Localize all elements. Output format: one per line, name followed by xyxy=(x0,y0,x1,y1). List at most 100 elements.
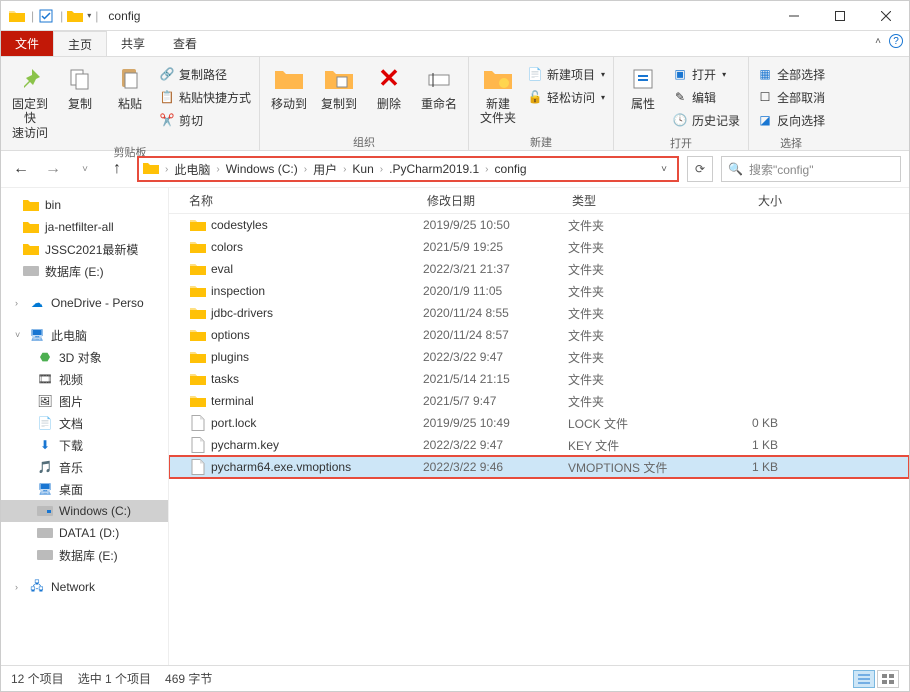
table-row[interactable]: options2020/11/24 8:57文件夹 xyxy=(169,324,909,346)
sidebar-item-jssc[interactable]: JSSC2021最新模 xyxy=(1,238,168,260)
close-button[interactable] xyxy=(863,1,909,30)
help-icon[interactable]: ? xyxy=(889,34,903,48)
crumb-users[interactable]: 用户 xyxy=(309,161,341,178)
nav-sidebar[interactable]: bin ja-netfilter-all JSSC2021最新模 数据库 (E:… xyxy=(1,188,169,665)
chevron-right-icon[interactable]: › xyxy=(341,164,348,175)
nav-recent-button[interactable]: ˅ xyxy=(73,157,97,181)
table-row[interactable]: inspection2020/1/9 11:05文件夹 xyxy=(169,280,909,302)
new-folder-button[interactable]: 新建 文件夹 xyxy=(475,61,521,126)
paste-shortcut-button[interactable]: 📋粘贴快捷方式 xyxy=(157,86,253,108)
group-label-new: 新建 xyxy=(469,134,613,150)
delete-button[interactable]: ✕ 删除 xyxy=(366,61,412,111)
breadcrumb[interactable]: › 此电脑 › Windows (C:) › 用户 › Kun › .PyCha… xyxy=(137,156,679,182)
copy-path-button[interactable]: 🔗复制路径 xyxy=(157,63,253,85)
tab-file[interactable]: 文件 xyxy=(1,31,53,56)
easy-access-button[interactable]: 🔓轻松访问▾ xyxy=(525,86,607,108)
sidebar-item-network[interactable]: ›🖧Network xyxy=(1,576,168,598)
select-none-button[interactable]: ☐全部取消 xyxy=(755,86,827,108)
table-row[interactable]: terminal2021/5/7 9:47文件夹 xyxy=(169,390,909,412)
table-row[interactable]: eval2022/3/21 21:37文件夹 xyxy=(169,258,909,280)
chevron-right-icon[interactable]: › xyxy=(214,164,221,175)
table-row[interactable]: jdbc-drivers2020/11/24 8:55文件夹 xyxy=(169,302,909,324)
col-size[interactable]: 大小 xyxy=(702,192,802,209)
table-row[interactable]: pycharm64.exe.vmoptions2022/3/22 9:46VMO… xyxy=(169,456,909,478)
col-type[interactable]: 类型 xyxy=(572,192,702,209)
address-dropdown-icon[interactable]: ˅ xyxy=(655,164,673,175)
crumb-thispc[interactable]: 此电脑 xyxy=(170,161,214,178)
folder-icon-2[interactable] xyxy=(67,8,83,24)
chevron-right-icon[interactable]: › xyxy=(378,164,385,175)
copy-button[interactable]: 复制 xyxy=(57,61,103,111)
sidebar-item-pictures[interactable]: 🖼图片 xyxy=(1,390,168,412)
table-row[interactable]: plugins2022/3/22 9:47文件夹 xyxy=(169,346,909,368)
sidebar-item-downloads[interactable]: ⬇下载 xyxy=(1,434,168,456)
nav-forward-button[interactable]: → xyxy=(41,157,65,181)
col-name[interactable]: 名称 xyxy=(189,192,427,209)
chevron-right-icon[interactable]: › xyxy=(163,164,170,175)
sidebar-item-desktop[interactable]: 🖥桌面 xyxy=(1,478,168,500)
properties-button[interactable]: 属性 xyxy=(620,61,666,111)
sidebar-item-winc[interactable]: Windows (C:) xyxy=(1,500,168,522)
maximize-button[interactable] xyxy=(817,1,863,30)
edit-button[interactable]: ✎编辑 xyxy=(670,86,742,108)
chevron-down-icon[interactable]: ▾ xyxy=(87,11,91,20)
table-row[interactable]: colors2021/5/9 19:25文件夹 xyxy=(169,236,909,258)
icons-view-button[interactable] xyxy=(877,670,899,688)
crumb-c[interactable]: Windows (C:) xyxy=(222,162,302,176)
folder-icon xyxy=(189,284,207,298)
check-icon[interactable] xyxy=(38,8,54,24)
desktop-icon: 🖥 xyxy=(37,481,53,497)
sidebar-item-music[interactable]: 🎵音乐 xyxy=(1,456,168,478)
file-name: tasks xyxy=(211,372,239,386)
invert-selection-button[interactable]: ◪反向选择 xyxy=(755,109,827,131)
details-view-button[interactable] xyxy=(853,670,875,688)
sidebar-item-videos[interactable]: 🎞视频 xyxy=(1,368,168,390)
sidebar-item-dbe[interactable]: 数据库 (E:) xyxy=(1,544,168,566)
collapse-ribbon-icon[interactable]: ˄ xyxy=(875,36,881,47)
table-row[interactable]: codestyles2019/9/25 10:50文件夹 xyxy=(169,214,909,236)
select-all-button[interactable]: ▦全部选择 xyxy=(755,63,827,85)
refresh-button[interactable]: ⟳ xyxy=(687,156,713,182)
file-date: 2022/3/21 21:37 xyxy=(423,262,568,276)
new-item-icon: 📄 xyxy=(527,66,543,82)
nav-up-button[interactable]: ↑ xyxy=(105,157,129,181)
table-row[interactable]: tasks2021/5/14 21:15文件夹 xyxy=(169,368,909,390)
nav-back-button[interactable]: ← xyxy=(9,157,33,181)
history-button[interactable]: 🕓历史记录 xyxy=(670,109,742,131)
sidebar-item-data1[interactable]: DATA1 (D:) xyxy=(1,522,168,544)
col-date[interactable]: 修改日期 xyxy=(427,192,572,209)
sidebar-item-thispc[interactable]: ˅🖥此电脑 xyxy=(1,324,168,346)
chevron-right-icon[interactable]: › xyxy=(483,164,490,175)
table-row[interactable]: pycharm.key2022/3/22 9:47KEY 文件1 KB xyxy=(169,434,909,456)
copy-to-button[interactable]: 复制到 xyxy=(316,61,362,111)
easy-access-icon: 🔓 xyxy=(527,89,543,105)
crumb-config[interactable]: config xyxy=(491,162,531,176)
pin-to-quick-access-button[interactable]: 固定到快 速访问 xyxy=(7,61,53,140)
rename-button[interactable]: 重命名 xyxy=(416,61,462,111)
sidebar-item-ja[interactable]: ja-netfilter-all xyxy=(1,216,168,238)
chevron-right-icon[interactable]: › xyxy=(302,164,309,175)
sidebar-item-docs[interactable]: 📄文档 xyxy=(1,412,168,434)
sidebar-item-3d[interactable]: ⬣3D 对象 xyxy=(1,346,168,368)
paste-button[interactable]: 粘贴 xyxy=(107,61,153,111)
minimize-button[interactable] xyxy=(771,1,817,30)
sidebar-item-onedrive[interactable]: ›☁OneDrive - Perso xyxy=(1,292,168,314)
tab-view[interactable]: 查看 xyxy=(159,31,211,56)
tab-home[interactable]: 主页 xyxy=(53,31,107,56)
select-all-icon: ▦ xyxy=(757,66,773,82)
new-item-button[interactable]: 📄新建项目▾ xyxy=(525,63,607,85)
table-row[interactable]: port.lock2019/9/25 10:49LOCK 文件0 KB xyxy=(169,412,909,434)
move-to-button[interactable]: 移动到 xyxy=(266,61,312,111)
folder-icon xyxy=(189,350,207,364)
crumb-kun[interactable]: Kun xyxy=(348,162,377,176)
search-input[interactable]: 🔍 搜索"config" xyxy=(721,156,901,182)
folder-icon xyxy=(143,161,159,178)
ribbon: 固定到快 速访问 复制 粘贴 🔗复制路径 📋粘贴快捷方式 ✂️剪切 剪贴板 移动… xyxy=(1,57,909,151)
crumb-pycharm[interactable]: .PyCharm2019.1 xyxy=(385,162,483,176)
cut-button[interactable]: ✂️剪切 xyxy=(157,109,253,131)
tab-share[interactable]: 共享 xyxy=(107,31,159,56)
sidebar-item-db[interactable]: 数据库 (E:) xyxy=(1,260,168,282)
sidebar-item-bin[interactable]: bin xyxy=(1,194,168,216)
column-headers[interactable]: 名称 修改日期 类型 大小 xyxy=(169,188,909,214)
open-button[interactable]: ▣打开▾ xyxy=(670,63,742,85)
